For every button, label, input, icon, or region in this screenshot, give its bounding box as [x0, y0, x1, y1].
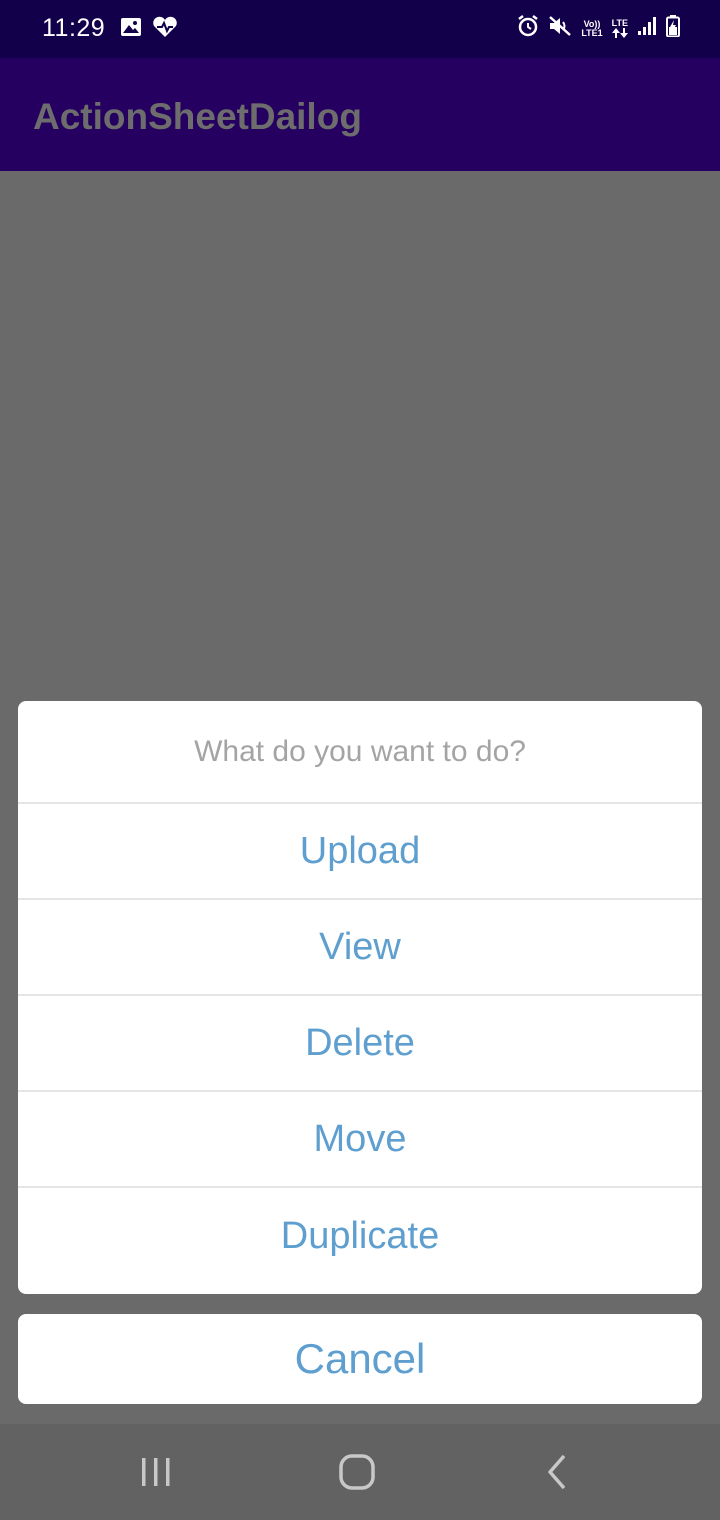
status-left-icons — [120, 16, 178, 43]
signal-icon — [637, 16, 657, 41]
status-right-icons: Vo)) LTE1 LTE — [517, 15, 680, 42]
alarm-icon — [517, 15, 539, 42]
view-option[interactable]: View — [18, 900, 702, 996]
recent-apps-icon[interactable] — [136, 1452, 176, 1492]
upload-option[interactable]: Upload — [18, 804, 702, 900]
delete-option[interactable]: Delete — [18, 996, 702, 1092]
move-option[interactable]: Move — [18, 1092, 702, 1188]
app-bar: ActionSheetDailog — [0, 58, 720, 171]
status-time: 11:29 — [42, 14, 106, 42]
app-title: ActionSheetDailog — [33, 96, 362, 137]
volte-icon: Vo)) LTE1 — [581, 18, 603, 38]
navigation-bar — [0, 1424, 720, 1520]
duplicate-option[interactable]: Duplicate — [18, 1188, 702, 1284]
action-sheet-title: What do you want to do? — [18, 701, 702, 804]
home-icon[interactable] — [337, 1452, 377, 1492]
mute-icon — [548, 15, 572, 42]
gallery-icon — [120, 16, 142, 43]
cancel-button[interactable]: Cancel — [18, 1314, 702, 1404]
battery-charging-icon — [666, 15, 680, 42]
heart-icon — [152, 16, 178, 43]
back-icon[interactable] — [538, 1452, 578, 1492]
action-sheet: What do you want to do? Upload View Dele… — [18, 701, 702, 1294]
status-bar: 11:29 Vo)) LTE1 LTE — [0, 0, 720, 58]
lte-data-icon: LTE — [612, 19, 628, 38]
